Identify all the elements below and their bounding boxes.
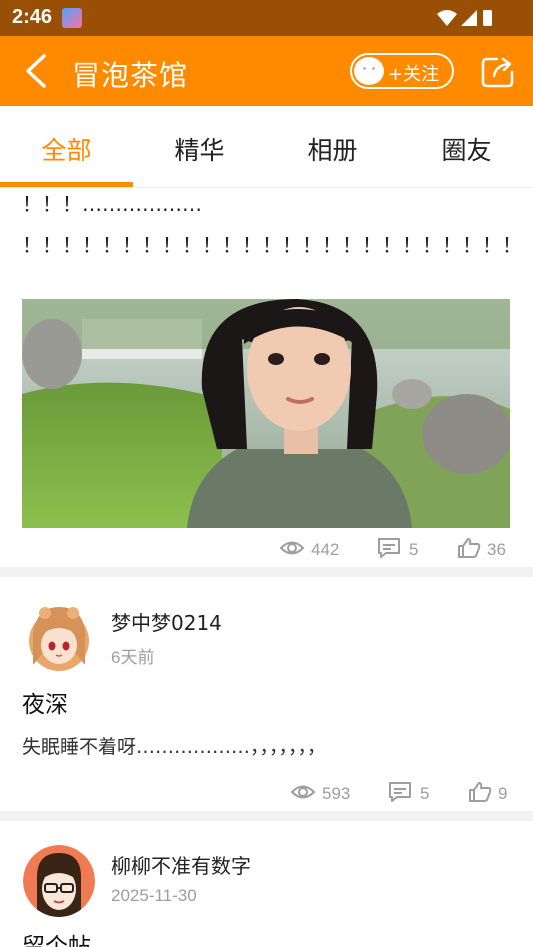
system-status-icons — [437, 10, 492, 26]
page-title: 冒泡茶馆 — [72, 59, 189, 92]
tab-bar: 全部 精华 相册 圈友 — [0, 106, 533, 188]
post-text: ！！！！！！！！！！！！！！！！！！！！！！！！！ — [22, 233, 522, 257]
author-name[interactable]: 柳柳不准有数字 — [111, 850, 251, 879]
post-divider — [0, 811, 533, 821]
comment-icon — [378, 538, 400, 558]
post-text: ！！！……………… — [22, 192, 202, 216]
status-time: 2:46 — [12, 6, 53, 28]
post-stats: 593 5 9 — [290, 781, 530, 805]
status-bar: 2:46 — [0, 0, 533, 36]
eye-icon — [290, 785, 316, 799]
post-photo[interactable] — [22, 299, 510, 528]
author-name[interactable]: 梦中梦0214 — [111, 607, 222, 636]
post-body: 失眠睡不着呀………………，，，，，，， — [22, 736, 327, 758]
post-stats: 442 5 36 — [279, 537, 519, 561]
post-time: 2025-11-30 — [111, 886, 197, 905]
active-tab-indicator — [0, 182, 133, 187]
tab-members[interactable]: 圈友 — [400, 131, 533, 167]
eye-icon — [279, 541, 305, 555]
back-arrow-icon[interactable] — [22, 53, 50, 89]
tab-featured[interactable]: 精华 — [133, 131, 266, 167]
follow-button[interactable]: +关注 — [350, 53, 454, 89]
user-avatar[interactable] — [23, 845, 95, 917]
user-avatar[interactable] — [23, 603, 95, 675]
mascot-face-icon — [354, 57, 384, 85]
tab-album[interactable]: 相册 — [266, 131, 399, 167]
tab-all[interactable]: 全部 — [0, 131, 133, 167]
share-icon[interactable] — [481, 56, 515, 88]
thumbs-up-icon — [469, 782, 492, 802]
thumbs-up-icon — [458, 538, 481, 558]
comment-icon — [389, 782, 411, 802]
follow-label: +关注 — [388, 64, 440, 85]
post-title[interactable]: 夜深 — [22, 685, 68, 719]
app-header: 冒泡茶馆 +关注 — [0, 36, 533, 106]
post-title[interactable]: 留个帖 — [22, 927, 91, 947]
post-divider — [0, 567, 533, 577]
post-time: 6天前 — [111, 648, 155, 667]
app-notification-icon — [62, 8, 82, 28]
